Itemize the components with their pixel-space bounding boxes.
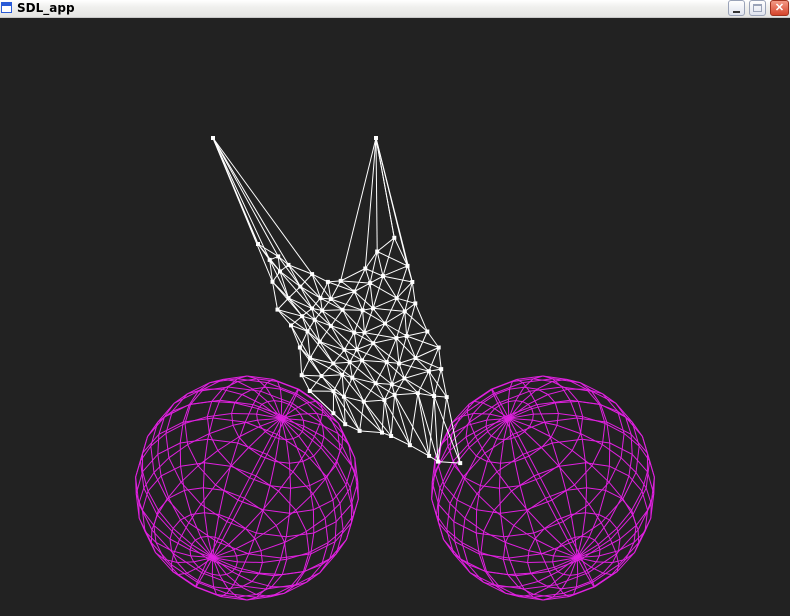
scene-view bbox=[135, 136, 655, 601]
render-canvas[interactable] bbox=[0, 18, 790, 616]
close-icon: ✕ bbox=[774, 1, 785, 14]
sphere-right bbox=[431, 375, 655, 601]
maximize-button[interactable] bbox=[749, 0, 766, 16]
title-bar[interactable]: SDL_app ✕ bbox=[0, 0, 790, 18]
minimize-icon bbox=[733, 10, 740, 13]
maximize-icon bbox=[753, 4, 762, 12]
minimize-button[interactable] bbox=[728, 0, 745, 16]
close-button[interactable]: ✕ bbox=[770, 0, 789, 16]
app-window-icon[interactable] bbox=[1, 2, 12, 13]
window-title: SDL_app bbox=[17, 1, 75, 15]
sdl-app-window: SDL_app ✕ bbox=[0, 0, 790, 616]
sphere-left bbox=[135, 375, 359, 601]
